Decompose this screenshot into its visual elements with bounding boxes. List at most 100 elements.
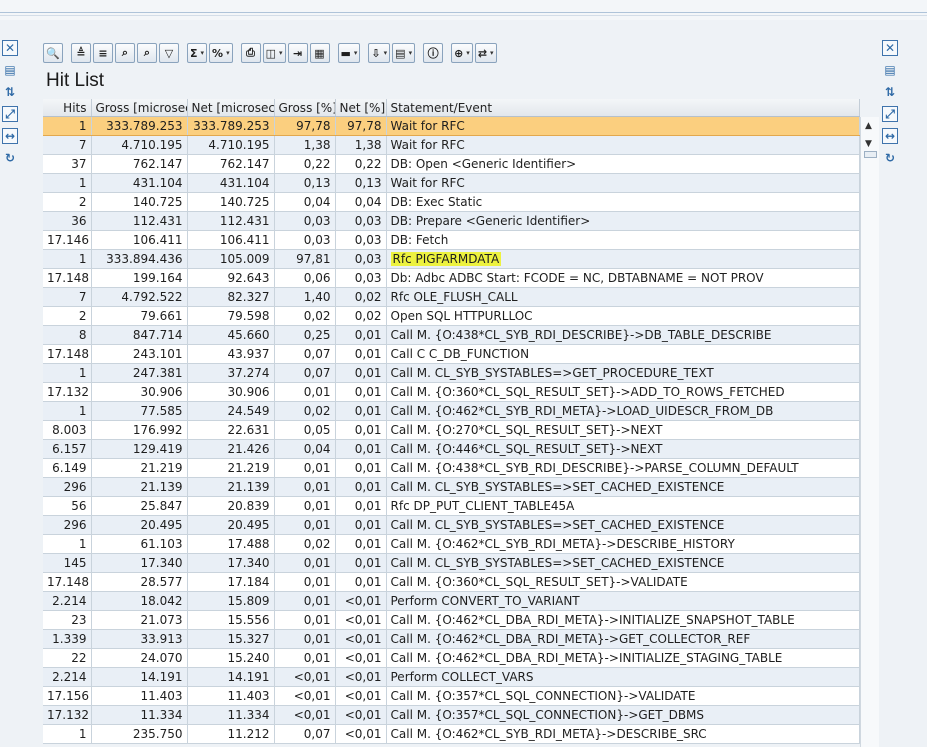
table-row[interactable]: 1 61.103 17.488 0,02 0,01 Call M. {O:462*CL_S… xyxy=(43,534,860,554)
cell-gross-percent[interactable]: 0,13 xyxy=(274,173,336,193)
cell-gross-percent[interactable]: 0,01 xyxy=(274,572,336,592)
close-panel-icon[interactable]: ✕ xyxy=(882,40,898,56)
cell-hits[interactable]: 1 xyxy=(43,363,92,383)
find-next-button[interactable]: ⌕ xyxy=(137,43,157,63)
select-layout-button[interactable]: ▬ ▾ xyxy=(337,43,361,63)
column-header-gross-percent[interactable]: Gross [%] xyxy=(274,99,336,117)
cell-gross-percent[interactable]: 0,01 xyxy=(274,553,336,573)
cell-net-microsec[interactable]: 82.327 xyxy=(187,287,275,307)
cell-gross-microsec[interactable]: 21.139 xyxy=(91,477,188,497)
cell-net-microsec[interactable]: 21.139 xyxy=(187,477,275,497)
cell-gross-percent[interactable]: 0,01 xyxy=(274,515,336,535)
transfer-icon[interactable]: ⇅ xyxy=(2,84,18,100)
cell-gross-microsec[interactable]: 24.070 xyxy=(91,648,188,668)
cell-statement-event[interactable]: Call M. {O:462*CL_SYB_RDI_META}->LOAD_UI… xyxy=(386,401,860,421)
table-row[interactable]: 1 77.585 24.549 0,02 0,01 Call M. {O:462*CL_S… xyxy=(43,401,860,421)
sort-ascending-button[interactable]: ≜ xyxy=(71,43,91,63)
cell-gross-percent[interactable]: <0,01 xyxy=(274,686,336,706)
cell-gross-percent[interactable]: 0,04 xyxy=(274,192,336,212)
cell-hits[interactable]: 17.156 xyxy=(43,686,92,706)
cell-gross-microsec[interactable]: 762.147 xyxy=(91,154,188,174)
new-document-icon[interactable]: ▤ xyxy=(2,62,18,78)
cell-net-percent[interactable]: <0,01 xyxy=(335,705,387,725)
cell-hits[interactable]: 296 xyxy=(43,477,92,497)
dropdown-arrow-icon[interactable]: ▾ xyxy=(226,49,230,57)
dropdown-arrow-icon[interactable]: ▾ xyxy=(279,49,283,57)
navigate-button[interactable]: ⇄ ▾ xyxy=(474,43,497,63)
table-row[interactable]: 23 21.073 15.556 0,01 <0,01 Call M. {O:462*CL… xyxy=(43,610,860,630)
cell-gross-microsec[interactable]: 4.792.522 xyxy=(91,287,188,307)
resize-horizontal-icon[interactable]: ↔ xyxy=(882,128,898,144)
dropdown-arrow-icon[interactable]: ▾ xyxy=(354,49,358,57)
cell-net-percent[interactable]: 0,01 xyxy=(335,325,387,345)
table-row[interactable]: 2 140.725 140.725 0,04 0,04 DB: Exec Static xyxy=(43,192,860,212)
cell-net-microsec[interactable]: 17.488 xyxy=(187,534,275,554)
cell-hits[interactable]: 2 xyxy=(43,306,92,326)
cell-gross-microsec[interactable]: 235.750 xyxy=(91,724,188,744)
cell-gross-percent[interactable]: 0,01 xyxy=(274,591,336,611)
cell-net-percent[interactable]: <0,01 xyxy=(335,686,387,706)
cell-hits[interactable]: 56 xyxy=(43,496,92,516)
cell-gross-microsec[interactable]: 112.431 xyxy=(91,211,188,231)
table-row[interactable]: 17.146 106.411 106.411 0,03 0,03 DB: Fetch xyxy=(43,230,860,250)
information-button[interactable]: ⓘ xyxy=(423,43,444,63)
refresh-icon[interactable]: ↻ xyxy=(2,150,18,166)
cell-hits[interactable]: 2 xyxy=(43,192,92,212)
table-row[interactable]: 17.148 199.164 92.643 0,06 0,03 Db: Adbc ADBC… xyxy=(43,268,860,288)
cell-net-percent[interactable]: 0,01 xyxy=(335,458,387,478)
cell-gross-microsec[interactable]: 199.164 xyxy=(91,268,188,288)
cell-gross-microsec[interactable]: 176.992 xyxy=(91,420,188,440)
cell-statement-event[interactable]: Call M. {O:357*CL_SQL_CONNECTION}->VALID… xyxy=(386,686,860,706)
layout-grid-button[interactable]: ▦ xyxy=(309,43,330,63)
cell-net-percent[interactable]: 0,03 xyxy=(335,268,387,288)
cell-net-microsec[interactable]: 105.009 xyxy=(187,249,275,269)
cell-net-microsec[interactable]: 21.426 xyxy=(187,439,275,459)
cell-statement-event[interactable]: Wait for RFC xyxy=(386,173,860,193)
cell-net-microsec[interactable]: 140.725 xyxy=(187,192,275,212)
cell-gross-percent[interactable]: 0,02 xyxy=(274,534,336,554)
find-button[interactable]: ⌕ xyxy=(115,43,135,63)
cell-gross-microsec[interactable]: 847.714 xyxy=(91,325,188,345)
cell-statement-event[interactable]: Call M. {O:462*CL_SYB_RDI_META}->DESCRIB… xyxy=(386,534,860,554)
table-row[interactable]: 17.148 243.101 43.937 0,07 0,01 Call C C_DB_F… xyxy=(43,344,860,364)
table-row[interactable]: 56 25.847 20.839 0,01 0,01 Rfc DP_PUT_CLIENT_… xyxy=(43,496,860,516)
cell-statement-event[interactable]: DB: Open <Generic Identifier> xyxy=(386,154,860,174)
cell-hits[interactable]: 37 xyxy=(43,154,92,174)
vertical-scrollbar[interactable]: ▲ ▼ xyxy=(860,117,879,747)
cell-statement-event[interactable]: Call M. {O:360*CL_SQL_RESULT_SET}->VALID… xyxy=(386,572,860,592)
cell-net-percent[interactable]: 0,02 xyxy=(335,306,387,326)
table-row[interactable]: 296 21.139 21.139 0,01 0,01 Call M. CL_SYB_SY… xyxy=(43,477,860,497)
table-row[interactable]: 8.003 176.992 22.631 0,05 0,01 Call M. {O:270… xyxy=(43,420,860,440)
table-row[interactable]: 7 4.710.195 4.710.195 1,38 1,38 Wait for RFC xyxy=(43,135,860,155)
cell-net-microsec[interactable]: 24.549 xyxy=(187,401,275,421)
cell-hits[interactable]: 23 xyxy=(43,610,92,630)
cell-gross-percent[interactable]: 0,06 xyxy=(274,268,336,288)
cell-net-percent[interactable]: 0,01 xyxy=(335,496,387,516)
cell-net-percent[interactable]: <0,01 xyxy=(335,591,387,611)
cell-hits[interactable]: 296 xyxy=(43,515,92,535)
cell-statement-event[interactable]: Call M. {O:462*CL_DBA_RDI_META}->INITIAL… xyxy=(386,648,860,668)
cell-gross-percent[interactable]: 97,81 xyxy=(274,249,336,269)
cell-net-percent[interactable]: 0,03 xyxy=(335,211,387,231)
table-row[interactable]: 1.339 33.913 15.327 0,01 <0,01 Call M. {O:462… xyxy=(43,629,860,649)
cell-hits[interactable]: 6.157 xyxy=(43,439,92,459)
column-header-hits[interactable]: Hits xyxy=(43,99,92,117)
change-layout-button[interactable]: ▤ ▾ xyxy=(392,43,416,63)
cell-net-microsec[interactable]: 30.906 xyxy=(187,382,275,402)
subtotal-button[interactable]: % ▾ xyxy=(209,43,233,63)
cell-net-microsec[interactable]: 15.809 xyxy=(187,591,275,611)
cell-statement-event[interactable]: Wait for RFC xyxy=(386,135,860,155)
cell-net-microsec[interactable]: 4.710.195 xyxy=(187,135,275,155)
table-row[interactable]: 17.132 11.334 11.334 <0,01 <0,01 Call M. {O:3… xyxy=(43,705,860,725)
cell-statement-event[interactable]: Call M. {O:462*CL_SYB_RDI_META}->DESCRIB… xyxy=(386,724,860,744)
table-row[interactable]: 1 235.750 11.212 0,07 <0,01 Call M. {O:462*CL… xyxy=(43,724,860,744)
cell-net-percent[interactable]: 0,01 xyxy=(335,401,387,421)
cell-gross-microsec[interactable]: 25.847 xyxy=(91,496,188,516)
cell-statement-event[interactable]: Open SQL HTTPURLLOC xyxy=(386,306,860,326)
cell-gross-percent[interactable]: 0,03 xyxy=(274,230,336,250)
cell-statement-event[interactable]: Call M. {O:462*CL_DBA_RDI_META}->INITIAL… xyxy=(386,610,860,630)
cell-net-percent[interactable]: 0,01 xyxy=(335,363,387,383)
cell-statement-event[interactable]: Call M. {O:446*CL_SQL_RESULT_SET}->NEXT xyxy=(386,439,860,459)
cell-gross-microsec[interactable]: 30.906 xyxy=(91,382,188,402)
cell-gross-microsec[interactable]: 243.101 xyxy=(91,344,188,364)
